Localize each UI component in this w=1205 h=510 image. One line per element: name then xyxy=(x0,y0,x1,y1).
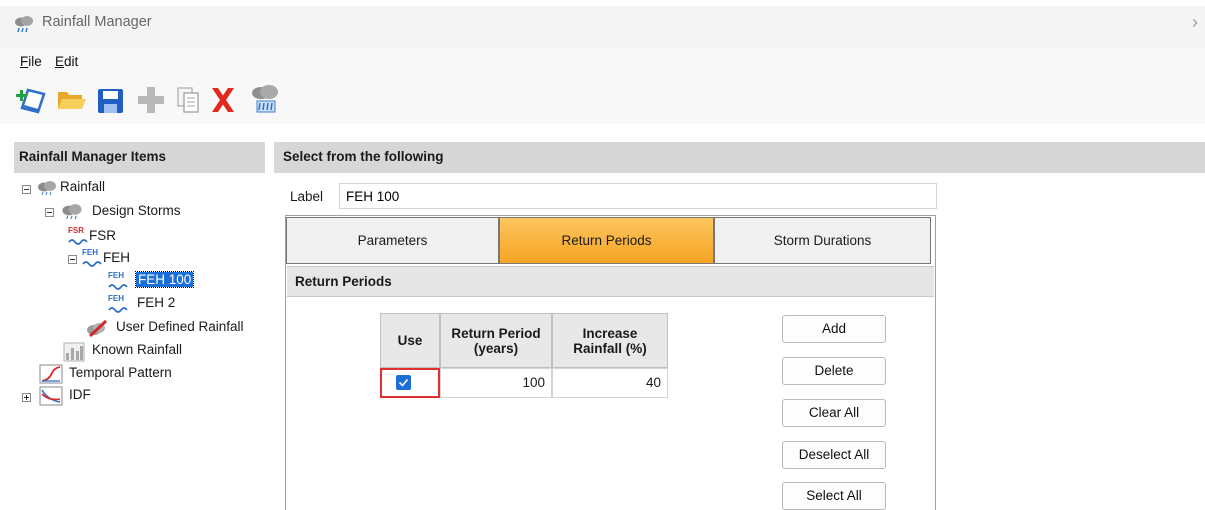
copy-icon[interactable] xyxy=(173,82,205,116)
label-input[interactable] xyxy=(339,183,937,209)
tree-item-user-defined-rainfall[interactable]: User Defined Rainfall xyxy=(116,319,244,334)
tree-collapse-feh-box[interactable] xyxy=(68,255,77,264)
feh-icon-label: FEH xyxy=(108,294,124,303)
column-header-increase-line1: Increase xyxy=(582,325,638,341)
wave-glyph xyxy=(108,284,128,290)
select-all-button[interactable]: Select All xyxy=(782,482,886,510)
wave-glyph xyxy=(82,261,102,267)
known-rainfall-icon xyxy=(63,342,85,362)
column-header-return-period[interactable]: Return Period (years) xyxy=(440,313,552,368)
feh-icon: FEH xyxy=(108,271,130,291)
feh-icon: FEH xyxy=(108,294,130,314)
clear-all-button[interactable]: Clear All xyxy=(782,399,886,427)
deselect-all-button[interactable]: Deselect All xyxy=(782,441,886,469)
column-header-use-label: Use xyxy=(397,333,423,348)
tree-item-known-rainfall[interactable]: Known Rainfall xyxy=(92,342,182,357)
cloud-icon xyxy=(38,181,56,196)
tree-item-feh[interactable]: FEH xyxy=(103,250,130,265)
user-defined-rainfall-icon xyxy=(87,319,108,338)
column-header-increase-rainfall[interactable]: Increase Rainfall (%) xyxy=(552,313,668,368)
check-icon xyxy=(398,378,409,387)
feh-icon-label: FEH xyxy=(108,271,124,280)
tree-item-temporal-pattern[interactable]: Temporal Pattern xyxy=(69,365,172,380)
feh-icon-label: FEH xyxy=(82,248,98,257)
save-icon[interactable] xyxy=(95,82,127,116)
menu-file-mnemonic: F xyxy=(20,54,29,69)
delete-button[interactable]: Delete xyxy=(782,357,886,385)
new-icon[interactable] xyxy=(14,82,46,116)
tree-item-feh-100[interactable]: FEH 100 xyxy=(134,271,195,288)
rainfall-icon[interactable] xyxy=(250,82,282,116)
menu-edit-mnemonic: E xyxy=(55,54,65,69)
tab-parameters[interactable]: Parameters xyxy=(286,217,499,264)
fsr-icon-label: FSR xyxy=(68,226,84,235)
section-title: Return Periods xyxy=(295,274,392,289)
menu-bar xyxy=(0,48,1205,78)
feh-icon: FEH xyxy=(82,248,104,268)
label-caption: Label xyxy=(290,189,324,204)
menu-file[interactable]: File xyxy=(20,54,42,69)
menu-file-label: ile xyxy=(28,54,42,69)
temporal-pattern-icon xyxy=(39,364,63,384)
rainfall-app-icon xyxy=(15,16,33,33)
column-header-use[interactable]: Use xyxy=(380,313,440,368)
use-checkbox[interactable] xyxy=(396,375,411,390)
close-icon[interactable]: › xyxy=(1192,12,1198,33)
table-cell-increase-rainfall[interactable]: 40 xyxy=(552,368,668,398)
tree-collapse-design-storms[interactable] xyxy=(45,208,54,217)
add-icon[interactable] xyxy=(135,82,167,116)
tree-collapse-rainfall[interactable] xyxy=(22,185,31,194)
tree-item-fsr[interactable]: FSR xyxy=(89,228,116,243)
tree-item-rainfall[interactable]: Rainfall xyxy=(60,179,105,194)
title-bar xyxy=(0,6,1205,48)
idf-icon xyxy=(39,386,63,406)
open-folder-icon[interactable] xyxy=(56,82,88,116)
cloud-icon xyxy=(62,204,82,220)
table-cell-return-period[interactable]: 100 xyxy=(440,368,552,398)
wave-glyph xyxy=(108,307,128,313)
tab-return-periods[interactable]: Return Periods xyxy=(499,217,714,264)
tree-item-idf[interactable]: IDF xyxy=(69,387,91,402)
delete-icon[interactable] xyxy=(207,82,239,116)
menu-edit-label: dit xyxy=(64,54,79,69)
tree-item-feh-2[interactable]: FEH 2 xyxy=(137,295,175,310)
window-title: Rainfall Manager xyxy=(42,14,152,30)
right-panel-title: Select from the following xyxy=(283,149,444,164)
column-header-return-period-line1: Return Period xyxy=(451,325,541,341)
menu-edit[interactable]: Edit xyxy=(55,54,78,69)
add-button[interactable]: Add xyxy=(782,315,886,343)
wave-glyph xyxy=(68,239,88,245)
left-panel-title: Rainfall Manager Items xyxy=(19,149,167,164)
tab-storm-durations[interactable]: Storm Durations xyxy=(714,217,931,264)
column-header-return-period-line2: (years) xyxy=(473,340,519,356)
tree-item-design-storms[interactable]: Design Storms xyxy=(92,203,181,218)
tree-expand-idf[interactable] xyxy=(22,393,31,402)
column-header-increase-line2: Rainfall (%) xyxy=(573,340,647,356)
fsr-icon: FSR xyxy=(68,226,90,246)
